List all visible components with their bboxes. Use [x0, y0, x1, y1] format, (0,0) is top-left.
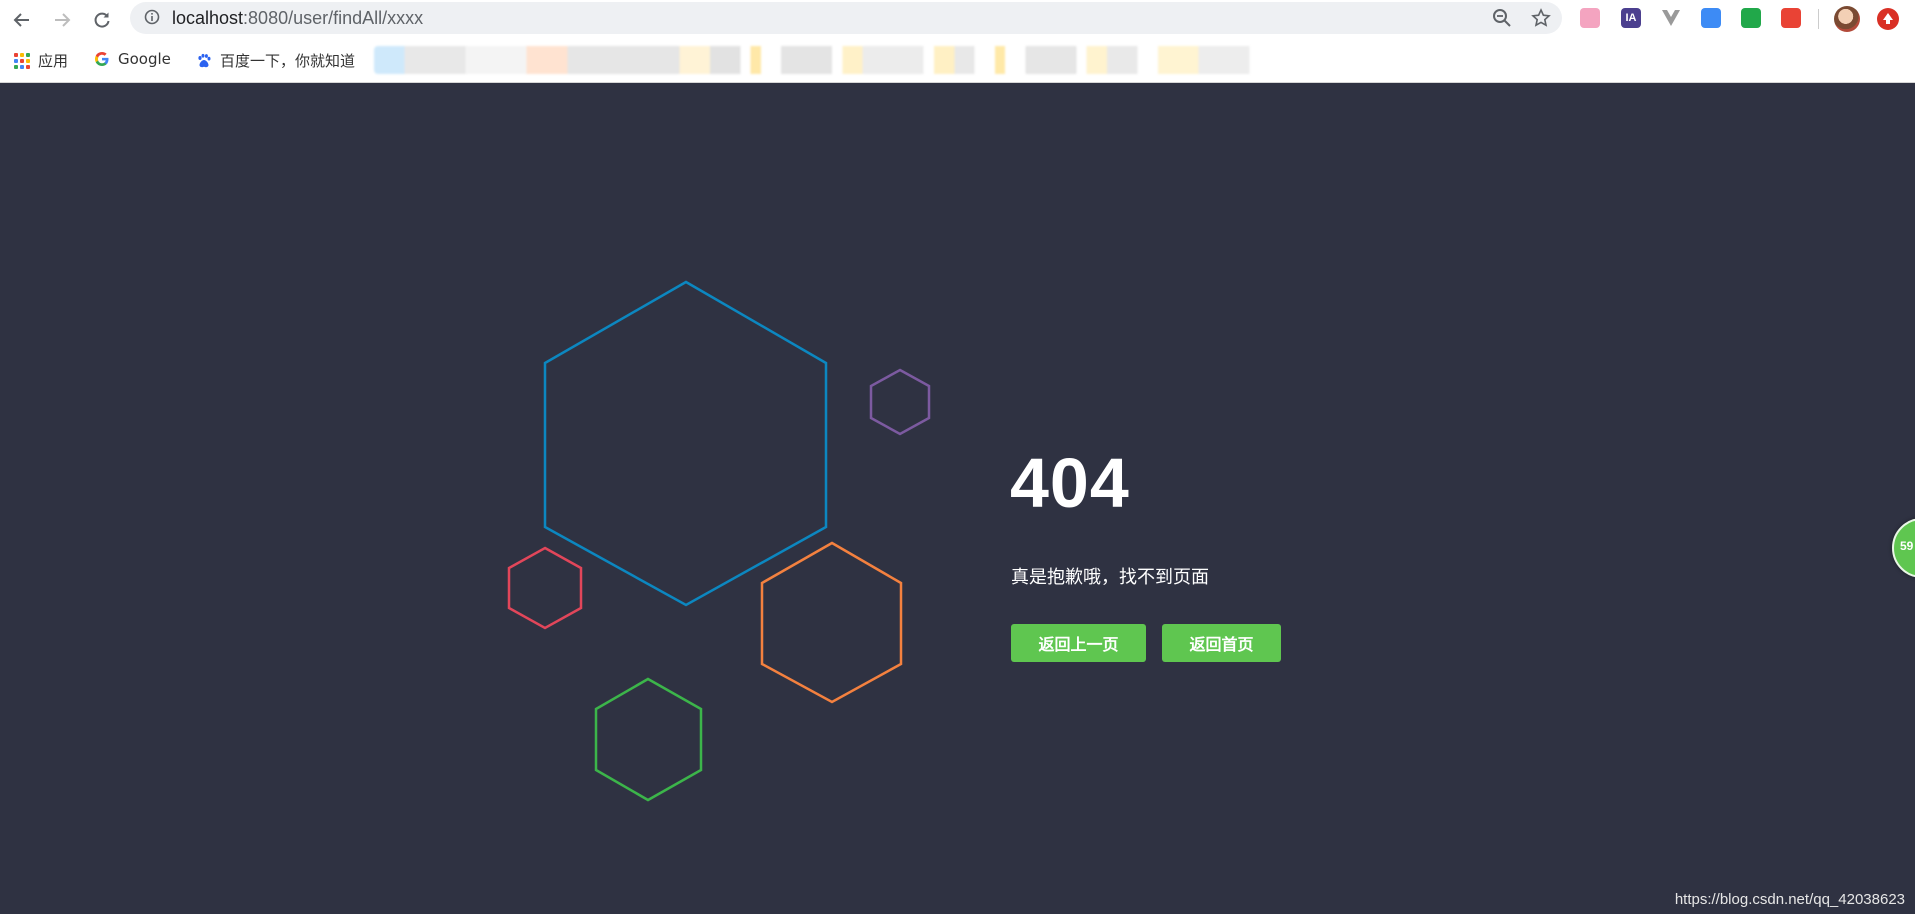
medium-green-hexagon: [594, 677, 703, 802]
medium-orange-hexagon: [760, 541, 903, 704]
go-back-button[interactable]: 返回上一页: [1011, 624, 1146, 662]
small-purple-hexagon: [869, 368, 931, 436]
large-blue-hexagon: [543, 280, 828, 607]
hexagon-graphic: [507, 280, 931, 802]
badge-count: 59: [1900, 539, 1914, 553]
error-message: 真是抱歉哦，找不到页面: [1011, 567, 1209, 588]
error-code-title: 404: [1010, 444, 1130, 522]
go-home-button[interactable]: 返回首页: [1162, 624, 1281, 662]
small-red-hexagon: [507, 546, 583, 630]
watermark-text: https://blog.csdn.net/qq_42038623: [1674, 891, 1905, 908]
